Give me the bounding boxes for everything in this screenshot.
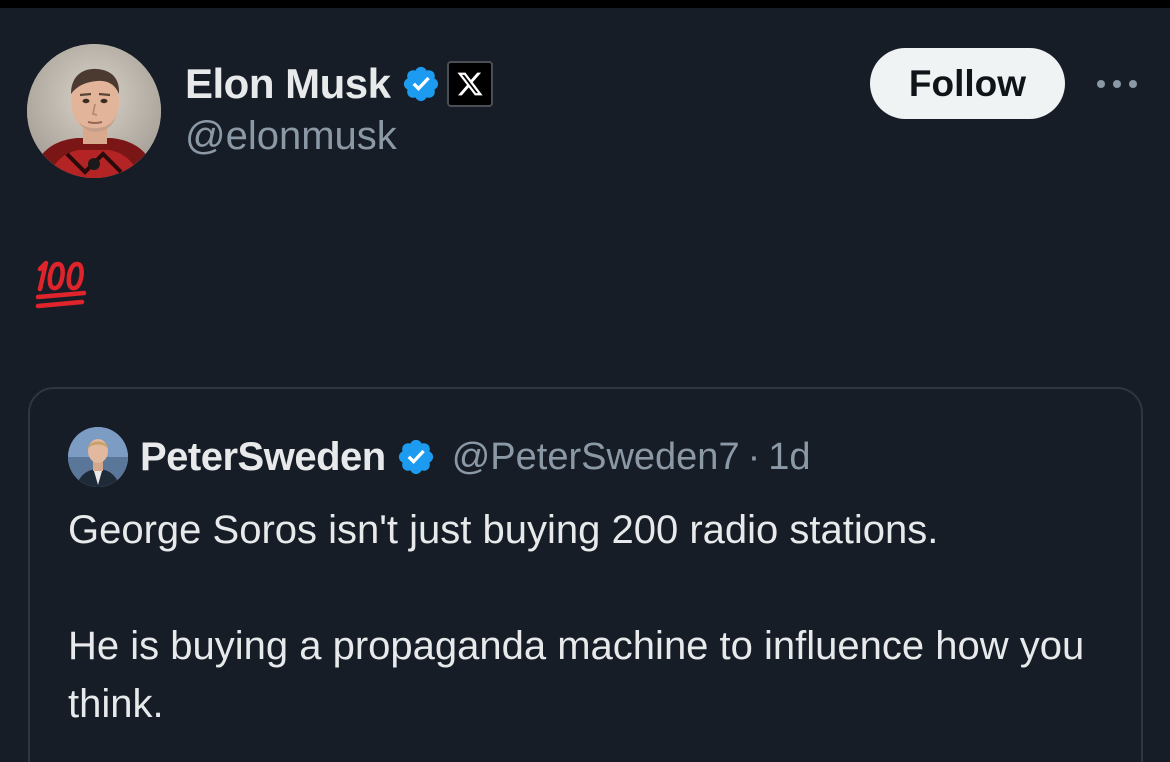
author-display-name[interactable]: Elon Musk: [185, 60, 391, 108]
author-name-row: Elon Musk: [185, 56, 493, 112]
quoted-tweet-paragraph: He is buying a propaganda machine to inf…: [68, 624, 1085, 726]
status-bar-strip: [0, 0, 1170, 8]
tweet-page: Elon Musk @elonmusk Follow PeterSweden @…: [0, 0, 1170, 762]
quoted-tweet-text: George Soros isn't just buying 200 radio…: [68, 501, 1118, 733]
x-logo-icon[interactable]: [446, 61, 493, 107]
verified-badge-icon[interactable]: [401, 64, 441, 104]
follow-button[interactable]: Follow: [870, 48, 1065, 119]
author-handle[interactable]: @elonmusk: [185, 114, 397, 159]
quoted-author-name[interactable]: PeterSweden: [140, 435, 386, 480]
hundred-points-emoji: [34, 255, 90, 313]
quoted-tweet-paragraph: George Soros isn't just buying 200 radio…: [68, 508, 939, 552]
quoted-author-avatar[interactable]: [68, 427, 128, 487]
quoted-tweet-card[interactable]: PeterSweden @PeterSweden7 · 1d George So…: [28, 387, 1143, 762]
separator-dot: ·: [747, 435, 761, 478]
quoted-tweet-timestamp[interactable]: 1d: [768, 436, 810, 479]
quoted-author-handle[interactable]: @PeterSweden7: [452, 436, 740, 479]
quoted-tweet-header: PeterSweden @PeterSweden7 · 1d: [140, 429, 811, 485]
author-avatar[interactable]: [27, 44, 161, 178]
more-options-icon[interactable]: [1093, 66, 1141, 102]
verified-badge-icon[interactable]: [396, 437, 436, 477]
